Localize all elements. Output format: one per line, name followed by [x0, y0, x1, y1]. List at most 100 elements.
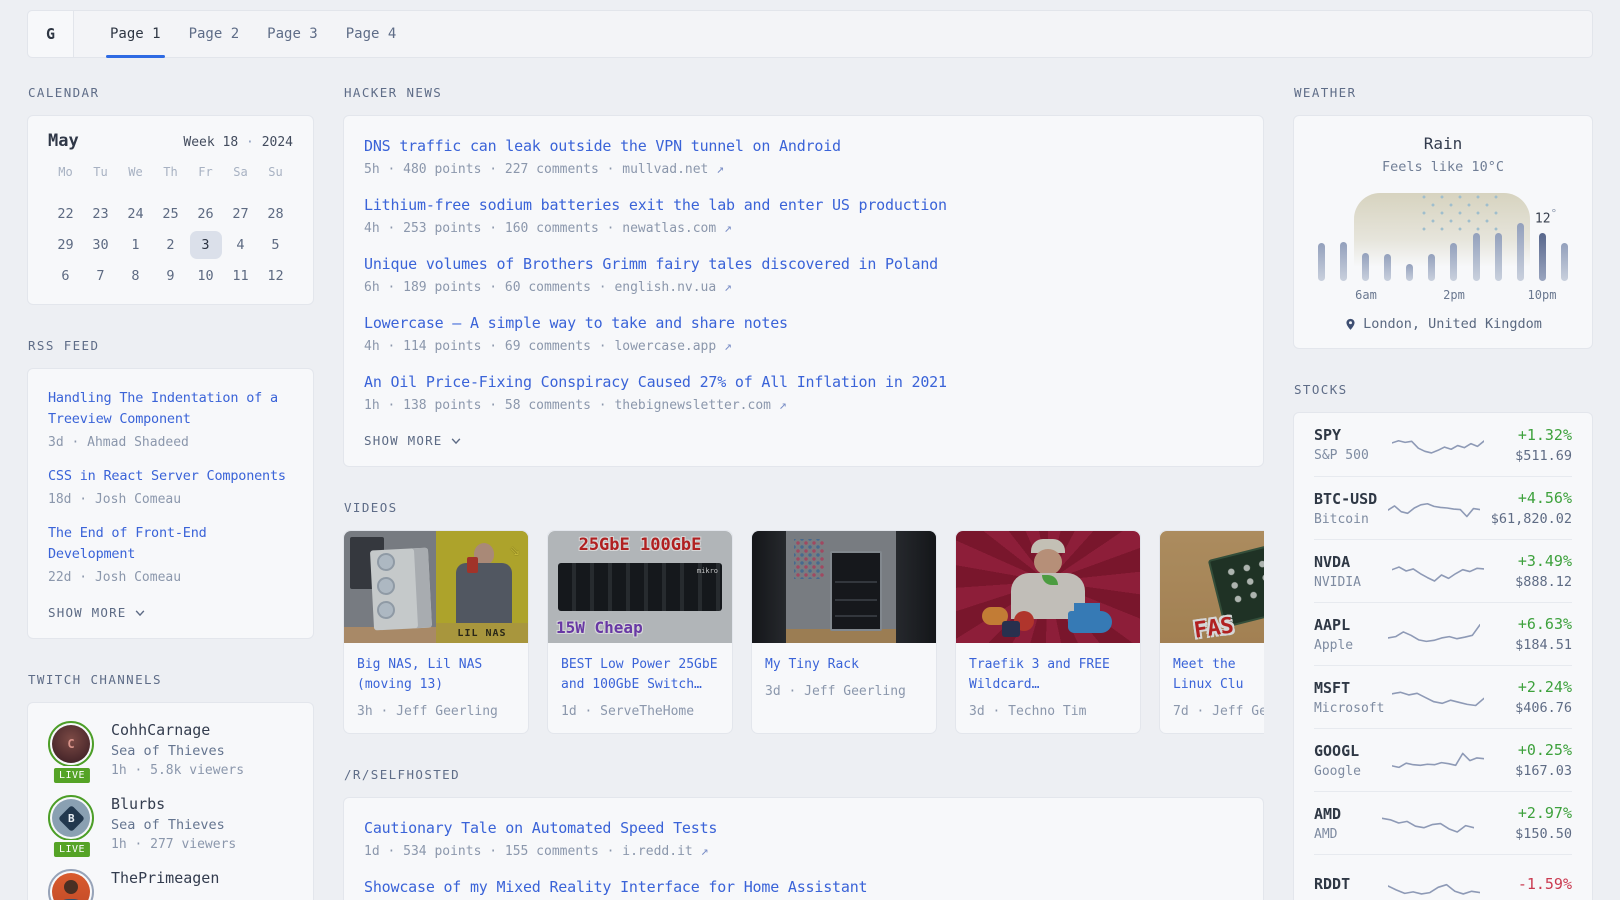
external-link-icon[interactable]: ↗: [701, 844, 709, 859]
calendar-widget-title: CALENDAR: [28, 85, 314, 100]
hn-item-link[interactable]: DNS traffic can leak outside the VPN tun…: [364, 135, 1243, 157]
rss-item-link[interactable]: The End of Front-End Development: [48, 523, 293, 565]
rss-item-link[interactable]: CSS in React Server Components: [48, 466, 293, 487]
twitch-channel-info: CohhCarnage Sea of Thieves 1h · 5.8k vie…: [111, 721, 244, 778]
video-title-link[interactable]: BEST Low Power 25GbE and 100GbE Switch…: [561, 655, 719, 695]
chevron-down-icon: [450, 435, 462, 447]
weather-bar: [1428, 254, 1435, 281]
tab-page-4[interactable]: Page 4: [332, 11, 411, 57]
tab-page-1[interactable]: Page 1: [96, 11, 175, 57]
blurbs-avatar-icon: B: [52, 799, 90, 837]
calendar-day: 25: [155, 200, 187, 228]
twitch-channel-name[interactable]: ThePrimeagen: [111, 869, 219, 887]
app-logo[interactable]: G: [28, 11, 74, 57]
hn-item-link[interactable]: Lithium-free sodium batteries exit the l…: [364, 194, 1243, 216]
stock-name: AMD: [1314, 827, 1382, 842]
hn-show-more-button[interactable]: SHOW MORE: [364, 433, 1243, 448]
stock-price: $184.51: [1480, 637, 1572, 653]
twitch-channel-name[interactable]: Blurbs: [111, 795, 236, 813]
stock-sparkline: [1392, 428, 1484, 462]
video-card-body: Traefik 3 and FREE Wildcard… 3d · Techno…: [956, 643, 1140, 733]
stock-symbol[interactable]: GOOGL: [1314, 742, 1392, 760]
stock-sparkline: [1392, 743, 1484, 777]
video-row: ⇘ LIL NAS Big NAS, Lil NAS (moving 13) 3…: [343, 530, 1264, 734]
stock-change: +4.56%: [1480, 489, 1572, 507]
external-link-icon[interactable]: ↗: [724, 221, 732, 236]
calendar-day: 1: [120, 231, 152, 259]
calendar-month: May: [48, 131, 79, 151]
external-link-icon[interactable]: ↗: [724, 339, 732, 354]
stock-symbol[interactable]: NVDA: [1314, 553, 1392, 571]
hn-item-link[interactable]: Unique volumes of Brothers Grimm fairy t…: [364, 253, 1243, 275]
video-thumbnail[interactable]: [956, 531, 1140, 643]
twitch-channel-name[interactable]: CohhCarnage: [111, 721, 244, 739]
rss-item-meta: 3d · Ahmad Shadeed: [48, 435, 293, 450]
twitch-channel-row[interactable]: B LIVE Blurbs Sea of Thieves 1h · 277 vi…: [48, 795, 293, 852]
calendar-grid: Mo Tu We Th Fr Sa Su: [48, 165, 293, 186]
calendar-header: May Week 18 · 2024: [48, 131, 293, 151]
video-title-link[interactable]: Traefik 3 and FREE Wildcard…: [969, 655, 1127, 695]
rss-show-more-button[interactable]: SHOW MORE: [48, 605, 293, 620]
hn-item-link[interactable]: Lowercase – A simple way to take and sha…: [364, 312, 1243, 334]
weather-bar: [1384, 254, 1391, 281]
external-link-icon[interactable]: ↗: [724, 280, 732, 295]
twitch-game-link[interactable]: Sea of Thieves: [111, 743, 244, 759]
hn-item-meta: 4h · 114 points · 69 comments · lowercas…: [364, 339, 1243, 354]
rss-item-link[interactable]: Handling The Indentation of a Treeview C…: [48, 388, 293, 430]
video-thumbnail[interactable]: ⇘ LIL NAS: [344, 531, 528, 643]
stock-symbol[interactable]: MSFT: [1314, 679, 1392, 697]
stock-change: +2.97%: [1474, 804, 1572, 822]
video-thumbnail[interactable]: 25GbE 100GbE mikro 15W Cheap: [548, 531, 732, 643]
calendar-day: 27: [225, 200, 257, 228]
video-meta: 3h · Jeff Geerling: [357, 704, 515, 719]
calendar-day: 22: [50, 200, 82, 228]
rss-widget-title: RSS FEED: [28, 338, 314, 353]
twitch-avatar-wrap: C LIVE: [48, 721, 96, 778]
weekday-header: Su: [258, 165, 293, 186]
stock-symbol[interactable]: AAPL: [1314, 616, 1388, 634]
calendar-day: 28: [260, 200, 292, 228]
hn-item-link[interactable]: An Oil Price-Fixing Conspiracy Caused 27…: [364, 371, 1243, 393]
reddit-item: Showcase of my Mixed Reality Interface f…: [364, 876, 1243, 898]
hackernews-widget-title: HACKER NEWS: [344, 85, 1264, 100]
twitch-channel-row[interactable]: ThePrimeagen: [48, 869, 293, 900]
external-link-icon[interactable]: ↗: [779, 398, 787, 413]
twitch-game-link[interactable]: Sea of Thieves: [111, 817, 236, 833]
tab-page-3[interactable]: Page 3: [253, 11, 332, 57]
weather-card: Rain Feels like 10°C 12° 6am 2pm 10pm: [1293, 115, 1593, 349]
avatar[interactable]: B: [48, 795, 94, 841]
stock-row: BTC-USDBitcoin +4.56%$61,820.02: [1314, 476, 1572, 539]
video-title-link[interactable]: Big NAS, Lil NAS (moving 13): [357, 655, 515, 695]
hn-item: Lowercase – A simple way to take and sha…: [364, 312, 1243, 354]
reddit-item-link[interactable]: Showcase of my Mixed Reality Interface f…: [364, 876, 1243, 898]
video-card-body: Meet theLinux Clu 7d · Jeff Geerling: [1160, 643, 1264, 733]
live-badge: LIVE: [52, 840, 92, 859]
avatar[interactable]: C: [48, 721, 94, 767]
calendar-day: 11: [225, 262, 257, 290]
video-title-link[interactable]: Meet theLinux Clu: [1173, 655, 1264, 695]
video-title-link[interactable]: My Tiny Rack: [765, 655, 923, 675]
twitch-channel-row[interactable]: C LIVE CohhCarnage Sea of Thieves 1h · 5…: [48, 721, 293, 778]
weather-time-axis: 6am 2pm 10pm: [1318, 285, 1568, 303]
hn-item-meta: 4h · 253 points · 160 comments · newatla…: [364, 221, 1243, 236]
weather-bar: [1473, 233, 1480, 281]
show-more-label: SHOW MORE: [48, 605, 127, 620]
stock-symbol[interactable]: SPY: [1314, 426, 1392, 444]
twitch-widget: TWITCH CHANNELS C LIVE CohhCarnage Sea o…: [27, 672, 314, 900]
stock-symbol[interactable]: RDDT: [1314, 875, 1388, 893]
reddit-item-link[interactable]: Cautionary Tale on Automated Speed Tests: [364, 817, 1243, 839]
stock-price: $167.03: [1484, 763, 1572, 779]
stock-change: -1.59%: [1480, 875, 1572, 893]
external-link-icon[interactable]: ↗: [716, 162, 724, 177]
video-thumbnail[interactable]: [752, 531, 936, 643]
weather-feels-like: Feels like 10°C: [1314, 159, 1572, 175]
stock-symbol[interactable]: AMD: [1314, 805, 1382, 823]
cohhcarnage-avatar-icon: C: [52, 725, 90, 763]
stock-symbol[interactable]: BTC-USD: [1314, 490, 1388, 508]
avatar[interactable]: [48, 869, 94, 900]
tab-page-2[interactable]: Page 2: [175, 11, 254, 57]
video-thumbnail[interactable]: FAS: [1160, 531, 1264, 643]
right-column: WEATHER Rain Feels like 10°C 12° 6am 2pm…: [1293, 85, 1593, 900]
dashboard: G Page 1 Page 2 Page 3 Page 4 CALENDAR M…: [0, 0, 1620, 900]
stock-sparkline: [1382, 806, 1474, 840]
